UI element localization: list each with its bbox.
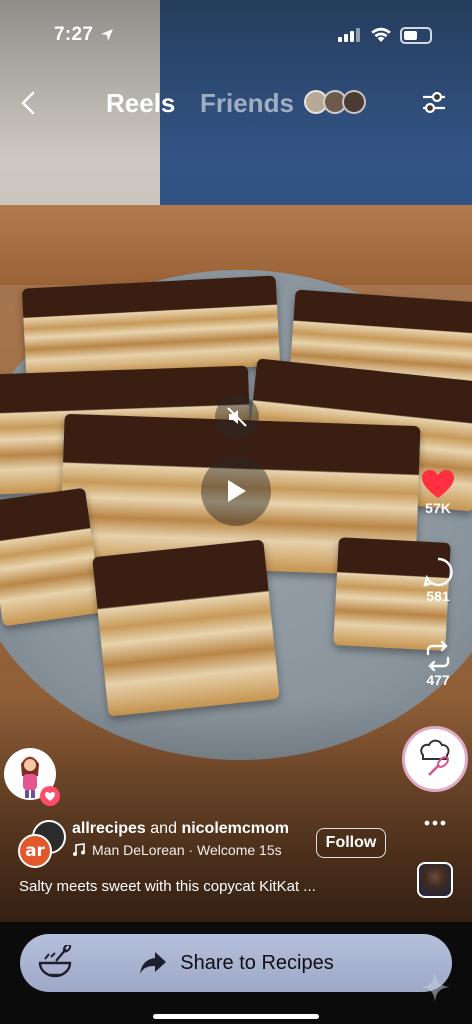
share-button-label: Share to Recipes [180,951,334,974]
music-note-icon [73,843,85,856]
bottom-bar: Share to Recipes [0,922,472,1024]
mute-button[interactable] [215,395,259,439]
home-indicator [153,1014,319,1019]
audio-thumbnail[interactable] [417,862,453,898]
status-bar: 7:27 [0,22,472,52]
tab-reels[interactable]: Reels [106,88,175,119]
small-heart-icon [45,791,55,801]
repost-count: 477 [426,672,450,688]
sticker-heart-badge [40,786,60,806]
author-avatar-primary: ar [18,834,52,868]
audio-info[interactable]: Man DeLorean · Welcome 15s [72,842,282,858]
play-button[interactable] [201,456,271,526]
tab-friends[interactable]: Friends [200,88,294,119]
follow-button[interactable]: Follow [316,828,386,858]
play-icon [228,480,246,502]
wifi-icon [371,27,391,42]
audio-label: Man DeLorean · Welcome 15s [92,842,282,858]
mixing-bowl-icon [38,945,72,978]
heart-icon [422,470,454,498]
location-arrow-icon [101,29,113,41]
more-options-icon[interactable] [424,818,446,828]
friends-avatars[interactable] [304,90,368,114]
battery-icon [400,27,432,44]
comment-count: 581 [426,588,450,604]
comment-icon [423,557,453,587]
author-joiner: and [150,820,177,837]
cellular-signal-icon [338,28,360,42]
chef-hat-whisk-icon [420,739,450,776]
back-chevron-icon[interactable] [18,90,40,116]
reels-header: Reels Friends [0,86,472,120]
like-count: 57K [425,500,451,516]
avatar-text: ar [25,841,45,861]
author-name[interactable]: allrecipes [72,820,146,837]
status-time: 7:27 [54,24,94,45]
like-action[interactable]: 57K [418,468,458,516]
sliders-icon[interactable] [420,88,448,116]
share-arrow-icon [140,952,167,974]
sparkle-icon [420,972,450,1002]
recipe-button[interactable] [402,726,468,792]
post-authors[interactable]: allrecipes and nicolemcmom [72,820,289,838]
share-to-recipes-button[interactable]: Share to Recipes [20,934,452,992]
comment-action[interactable]: 581 [418,556,458,604]
coauthor-name[interactable]: nicolemcmom [181,820,289,837]
post-caption[interactable]: Salty meets sweet with this copycat KitK… [19,878,399,895]
speaker-muted-icon [227,407,247,427]
repost-action[interactable]: 477 [418,640,458,688]
friend-avatar [342,90,366,114]
author-avatars[interactable]: ar [18,820,68,868]
repost-icon [426,640,450,672]
